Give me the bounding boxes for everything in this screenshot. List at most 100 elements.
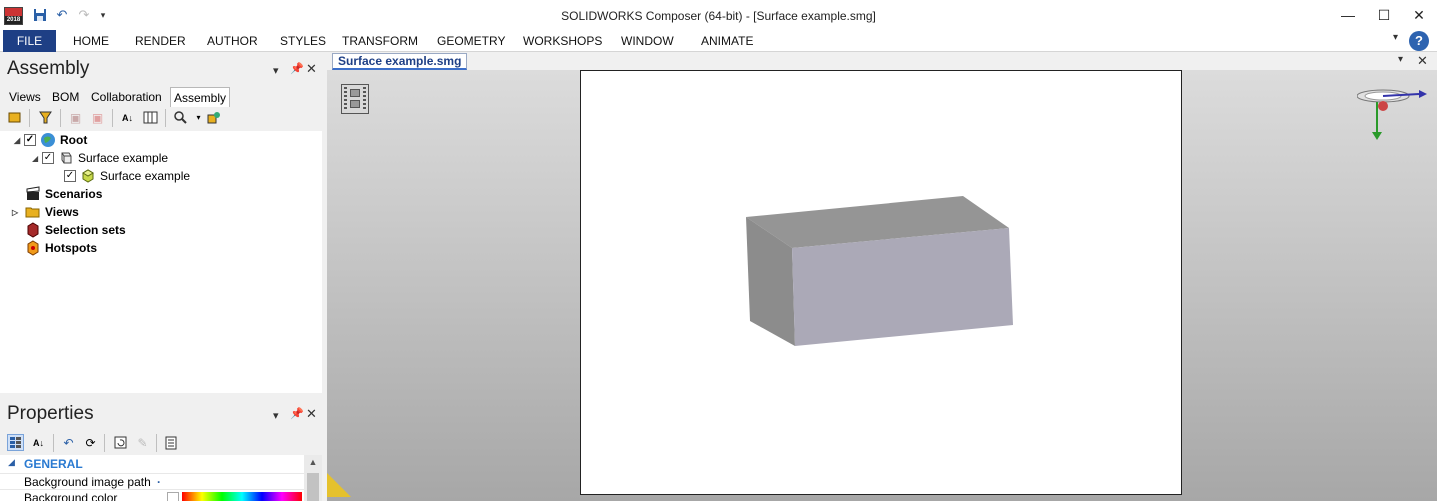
section-label: GENERAL (24, 457, 83, 471)
document-tab[interactable]: Surface example.smg (332, 53, 468, 70)
tab-animate[interactable]: ANIMATE (701, 30, 753, 52)
collapse-triangle-icon[interactable]: ◢ (8, 457, 15, 468)
maximize-button[interactable]: ☐ (1372, 6, 1396, 24)
window-title: SOLIDWORKS Composer (64-bit) - [Surface … (561, 9, 876, 23)
isolate-icon[interactable] (205, 109, 222, 126)
apply-style-icon[interactable]: ↶ (60, 434, 77, 451)
globe-icon (40, 132, 56, 148)
property-list-icon[interactable] (163, 434, 180, 451)
panel-close-icon[interactable]: ✕ (306, 406, 317, 422)
help-icon[interactable]: ? (1409, 31, 1429, 51)
minimize-button[interactable]: — (1336, 6, 1360, 24)
property-value[interactable]: . (157, 472, 160, 486)
clapperboard-icon (25, 186, 41, 202)
tab-home[interactable]: HOME (73, 30, 109, 52)
tab-styles[interactable]: STYLES (280, 30, 326, 52)
file-tab[interactable]: FILE (3, 30, 56, 52)
filter-icon[interactable] (37, 109, 54, 126)
select-all-icon[interactable] (6, 109, 23, 126)
tab-geometry[interactable]: GEOMETRY (437, 30, 505, 52)
tree-node-scenarios[interactable]: Scenarios (25, 185, 102, 203)
filmstrip-icon[interactable] (341, 84, 369, 114)
expand-triangle-icon[interactable]: ◢ (32, 154, 42, 163)
color-swatch[interactable] (167, 492, 179, 501)
expand-triangle-icon[interactable]: ▷ (12, 208, 22, 217)
tree-node-label: Surface example (100, 169, 191, 183)
columns-icon[interactable] (142, 109, 159, 126)
pin-icon[interactable]: 📌 (290, 62, 304, 75)
expand-triangle-icon[interactable]: ◢ (14, 136, 24, 145)
panel-menu-icon[interactable]: ▾ (273, 409, 279, 422)
properties-grid: ◢ GENERAL Background image path . Backgr… (0, 455, 322, 501)
title-bar: 2018 ↶ ↷ ▾ SOLIDWORKS Composer (64-bit) … (0, 0, 1437, 30)
pin-icon[interactable]: 📌 (290, 407, 304, 420)
assembly-icon (58, 150, 74, 166)
pick-icon[interactable]: ✎ (134, 434, 151, 451)
scroll-up-icon[interactable]: ▲ (304, 457, 322, 467)
assembly-toolbar: ▣ ▣ A↓ ▾ (0, 109, 322, 129)
tab-author[interactable]: AUTHOR (207, 30, 258, 52)
sync-icon[interactable]: ⟳ (82, 434, 99, 451)
properties-panel-title: Properties (7, 403, 94, 424)
panel-splitter[interactable] (0, 393, 322, 400)
ribbon-collapse-icon[interactable]: ▾ (1393, 32, 1398, 43)
tree-node-label: Selection sets (45, 223, 126, 237)
box-model[interactable] (581, 71, 1181, 494)
tree-node-root[interactable]: ◢ ✓ Root (14, 131, 87, 149)
subtab-views[interactable]: Views (6, 87, 44, 107)
document-tabbar: Surface example.smg ▾ ✕ (327, 53, 1437, 70)
assembly-panel-title: Assembly (7, 58, 90, 79)
tab-list-icon[interactable]: ▾ (1398, 54, 1403, 65)
tree-node-surface-example-assembly[interactable]: ◢ ✓ Surface example (32, 149, 168, 167)
alphabetical-icon[interactable]: A↓ (30, 434, 47, 451)
color-spectrum[interactable] (182, 492, 302, 501)
tree-node-label: Root (60, 133, 88, 147)
subtab-collaboration[interactable]: Collaboration (88, 87, 165, 107)
corner-marker-icon (327, 473, 351, 497)
tab-window[interactable]: WINDOW (621, 30, 674, 52)
panel-close-icon[interactable]: ✕ (306, 61, 317, 77)
property-label: Background color (24, 491, 118, 501)
tree-node-views[interactable]: ▷ Views (12, 203, 79, 221)
categorized-icon[interactable] (7, 434, 24, 451)
property-row-background-image-path[interactable]: Background image path . (0, 472, 304, 489)
tab-transform[interactable]: TRANSFORM (342, 30, 418, 52)
page-area (580, 70, 1182, 495)
tree-node-label: Surface example (78, 151, 169, 165)
subtab-assembly[interactable]: Assembly (170, 87, 231, 107)
tab-workshops[interactable]: WORKSHOPS (523, 30, 602, 52)
collapse-icon[interactable]: ▣ (67, 109, 84, 126)
selection-set-icon (25, 222, 41, 238)
hotspot-icon (25, 240, 41, 256)
expand-icon[interactable]: ▣ (89, 109, 106, 126)
scroll-thumb[interactable] (307, 473, 319, 501)
orientation-triad-icon[interactable] (1356, 84, 1427, 144)
tree-node-surface-example-part[interactable]: ✓ Surface example (64, 167, 190, 185)
reset-icon[interactable] (112, 434, 129, 451)
tree-node-label: Scenarios (45, 187, 103, 201)
search-icon[interactable] (172, 109, 189, 126)
section-header-general[interactable]: ◢ GENERAL (0, 457, 304, 473)
close-button[interactable]: ✕ (1407, 6, 1431, 24)
tab-render[interactable]: RENDER (135, 30, 186, 52)
panel-menu-icon[interactable]: ▾ (273, 64, 279, 77)
visibility-checkbox[interactable]: ✓ (64, 170, 76, 182)
property-label: Background image path (24, 475, 151, 489)
ribbon-tabs: FILE HOME RENDER AUTHOR STYLES TRANSFORM… (0, 30, 1437, 52)
document-close-icon[interactable]: ✕ (1417, 53, 1428, 69)
tree-node-label: Hotspots (45, 241, 97, 255)
tree-node-selection-sets[interactable]: Selection sets (25, 221, 126, 239)
visibility-checkbox[interactable]: ✓ (42, 152, 54, 164)
box-front-face (792, 228, 1013, 346)
tree-node-hotspots[interactable]: Hotspots (25, 239, 97, 257)
properties-scrollbar[interactable]: ▲ (304, 455, 322, 501)
subtab-bom[interactable]: BOM (49, 87, 82, 107)
tree-node-label: Views (45, 205, 79, 219)
property-row-background-color[interactable]: Background color (0, 489, 304, 501)
3d-viewport[interactable] (327, 70, 1437, 501)
sort-az-icon[interactable]: A↓ (119, 109, 136, 126)
properties-toolbar: A↓ ↶ ⟳ ✎ (0, 434, 322, 454)
visibility-checkbox[interactable]: ✓ (24, 134, 36, 146)
folder-icon (25, 204, 41, 220)
part-icon (80, 168, 96, 184)
